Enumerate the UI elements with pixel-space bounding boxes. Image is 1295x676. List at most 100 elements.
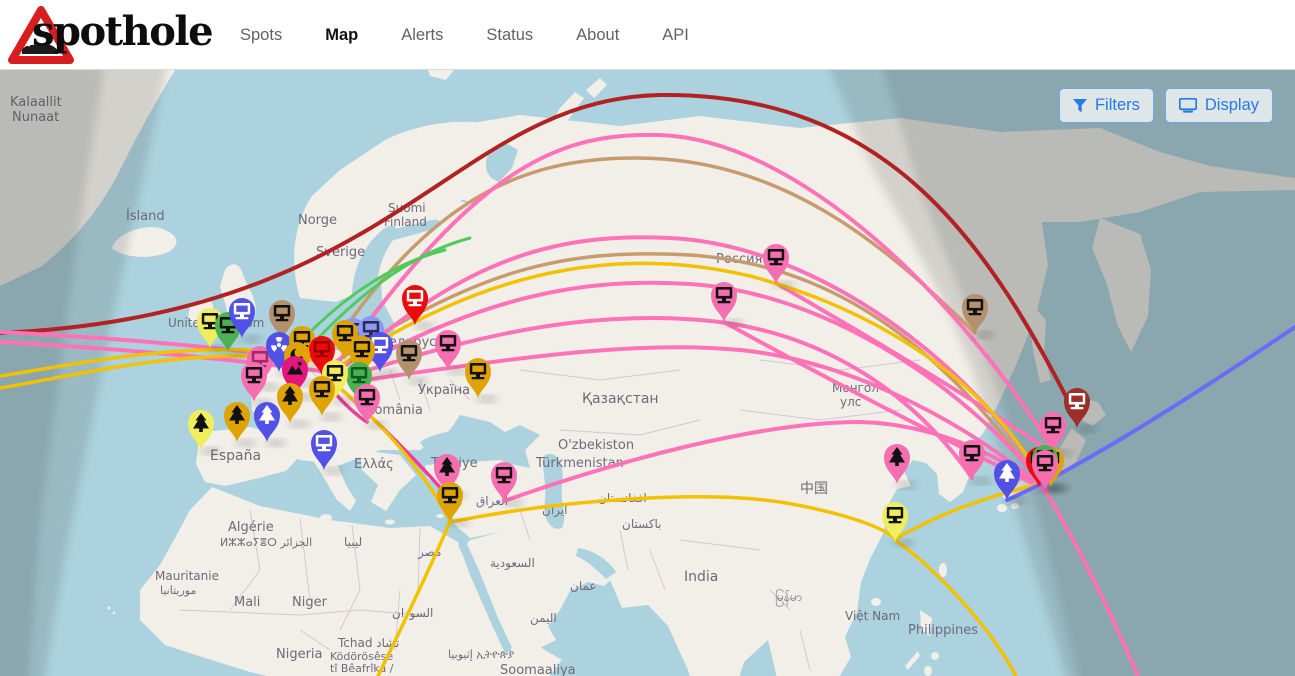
map-label: Soomaaliya	[500, 663, 576, 676]
map-label: باکستان	[622, 517, 662, 531]
monitor-stand	[252, 379, 256, 382]
monitor-screen	[718, 290, 729, 296]
marker-shadow	[378, 369, 400, 376]
monitor-base	[204, 327, 217, 329]
marker-shadow	[320, 413, 342, 420]
monitor-screen	[254, 354, 265, 360]
monitor-stand	[1075, 405, 1079, 408]
brand-logo[interactable]: spothole	[8, 0, 233, 70]
map-label: ⵍⵣⵣⴰⵢⴻⵔ الجزائر	[220, 536, 312, 549]
monitor-stand	[722, 299, 726, 302]
marker-shadow	[446, 367, 468, 374]
monitor-stand	[208, 325, 212, 328]
island	[871, 598, 881, 606]
map-label: موريتانيا	[160, 584, 196, 597]
island	[385, 520, 395, 525]
monitor-screen	[374, 340, 385, 346]
monitor-base	[1071, 407, 1084, 409]
map-canvas[interactable]: KalaallitNunaatÍslandNorgeSuomiFinlandSv…	[0, 70, 1295, 676]
marker-shadow	[365, 421, 387, 428]
map-label: Việt Nam	[845, 609, 900, 623]
nav-item-api[interactable]: API	[662, 26, 689, 45]
radiation-core	[277, 343, 281, 347]
marker-shadow	[226, 349, 248, 356]
monitor-base	[770, 263, 783, 265]
marker-shadow	[240, 335, 262, 342]
nav-item-about[interactable]: About	[576, 26, 619, 45]
monitor-base	[472, 377, 485, 379]
monitor-screen	[356, 344, 367, 350]
monitor-stand	[320, 393, 324, 396]
monitor-screen	[1039, 458, 1050, 464]
monitor-stand	[893, 519, 897, 522]
monitor-base	[356, 355, 369, 357]
map-label: اليمن	[530, 611, 557, 626]
marker-shadow	[722, 319, 744, 326]
monitor-stand	[413, 302, 417, 305]
marker-shadow	[235, 439, 257, 446]
monitor-stand	[448, 499, 452, 502]
nav-item-spots[interactable]: Spots	[240, 26, 282, 45]
map-container: KalaallitNunaatÍslandNorgeSuomiFinlandSv…	[0, 70, 1295, 676]
monitor-screen	[966, 448, 977, 454]
monitor-stand	[476, 375, 480, 378]
monitor-screen	[770, 252, 781, 258]
monitor-screen	[442, 338, 453, 344]
monitor-stand	[322, 447, 326, 450]
monitor-base	[339, 339, 352, 341]
display-button[interactable]: Display	[1165, 88, 1273, 123]
island	[107, 606, 110, 609]
monitor-base	[444, 501, 457, 503]
marker-shadow	[1005, 497, 1027, 504]
monitor-stand	[226, 329, 230, 332]
monitor-stand	[280, 317, 284, 320]
monitor-base	[316, 355, 329, 357]
monitor-base	[353, 381, 366, 383]
map-label: Қазақстан	[582, 391, 659, 407]
map-label: Ελλάς	[354, 457, 394, 472]
marker-shadow	[413, 322, 435, 329]
map-label: Philippines	[908, 623, 978, 638]
monitor-base	[403, 359, 416, 361]
marker-shadow	[265, 439, 287, 446]
marker-shadow	[448, 519, 470, 526]
nav-item-map[interactable]: Map	[325, 26, 358, 45]
monitor-stand	[320, 353, 324, 356]
island	[997, 504, 1007, 512]
filters-button[interactable]: Filters	[1059, 88, 1154, 123]
monitor-base	[442, 349, 455, 351]
monitor-stand	[973, 311, 977, 314]
monitor-screen	[361, 392, 372, 398]
island	[924, 666, 932, 676]
monitor-stand	[333, 377, 337, 380]
marker-shadow	[288, 420, 310, 427]
map-label: السودان	[392, 606, 433, 621]
monitor-stand	[1051, 429, 1055, 432]
monitor-screen	[316, 344, 327, 350]
nav-item-status[interactable]: Status	[486, 26, 533, 45]
monitor-stand	[774, 261, 778, 264]
island	[320, 514, 332, 522]
marker-shadow	[774, 281, 796, 288]
monitor-stand	[446, 347, 450, 350]
marker-shadow	[407, 377, 429, 384]
marker-shadow	[199, 447, 221, 454]
monitor-screen	[339, 328, 350, 334]
marker-shadow	[1043, 487, 1065, 494]
monitor-stand	[378, 349, 382, 352]
map-label: إثيوبيا ኢትዮጵያ	[448, 648, 515, 661]
map-label: Mali	[234, 595, 260, 610]
monitor-base	[316, 395, 329, 397]
marker-shadow	[333, 397, 355, 404]
marker-shadow	[893, 539, 915, 546]
island	[436, 514, 444, 518]
monitor-screen	[409, 293, 420, 299]
filter-icon	[1073, 99, 1087, 113]
nav-item-alerts[interactable]: Alerts	[401, 26, 443, 45]
monitor-stand	[360, 353, 364, 356]
display-button-label: Display	[1205, 96, 1259, 115]
monitor-screen	[1047, 420, 1058, 426]
monitor-base	[1039, 469, 1052, 471]
map-label: ليبيا	[344, 535, 362, 549]
monitor-base	[966, 459, 979, 461]
